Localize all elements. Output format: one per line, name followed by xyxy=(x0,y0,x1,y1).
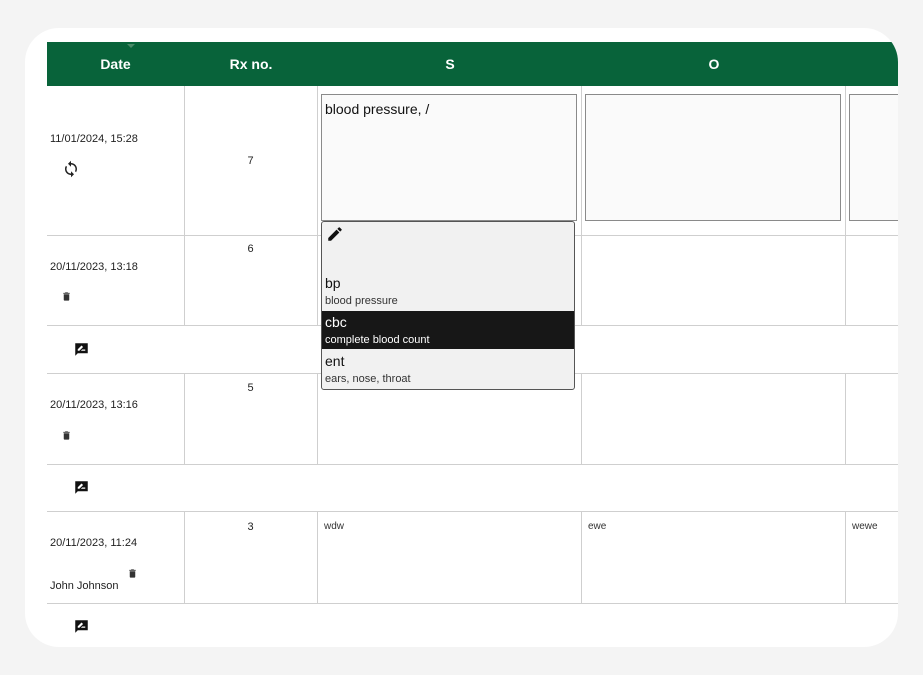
next-value: wewe xyxy=(852,521,878,532)
header-date[interactable]: Date xyxy=(47,42,184,86)
row-date: 11/01/2024, 15:28 xyxy=(50,133,138,145)
date-cell: 20/11/2023, 13:18 xyxy=(47,235,185,325)
rx-cell: 7 xyxy=(184,86,318,235)
table-header: Date Rx no. S O xyxy=(47,42,898,86)
row-date: 20/11/2023, 11:24 xyxy=(50,537,138,549)
header-o[interactable]: O xyxy=(582,42,846,86)
s-cell: wdw xyxy=(318,512,582,603)
next-cell xyxy=(846,86,898,235)
comment-edit-icon[interactable] xyxy=(74,342,89,357)
rx-number: 5 xyxy=(247,382,254,394)
rx-cell: 5 xyxy=(184,374,318,464)
pencil-icon[interactable] xyxy=(326,225,344,243)
autocomplete-dropdown: bp blood pressure cbc complete blood cou… xyxy=(321,221,575,390)
autocomplete-item-bp[interactable]: bp blood pressure xyxy=(322,272,574,310)
row-author: John Johnson xyxy=(50,580,119,592)
comment-edit-icon[interactable] xyxy=(74,480,89,495)
date-cell: 11/01/2024, 15:28 xyxy=(47,86,185,235)
autocomplete-item-cbc[interactable]: cbc complete blood count xyxy=(322,311,574,349)
next-textarea[interactable] xyxy=(849,94,898,221)
rx-number: 3 xyxy=(247,521,254,533)
rx-number: 7 xyxy=(247,155,254,167)
trash-icon[interactable] xyxy=(61,291,72,302)
next-cell: wewe xyxy=(846,512,898,603)
comment-edit-icon[interactable] xyxy=(74,619,89,634)
autocomplete-item-ent[interactable]: ent ears, nose, throat xyxy=(322,350,574,388)
o-cell xyxy=(582,374,846,464)
header-s[interactable]: S xyxy=(318,42,582,86)
header-rx[interactable]: Rx no. xyxy=(184,42,318,86)
rx-cell: 6 xyxy=(184,235,318,325)
table-row: 11/01/2024, 15:28 7 blood pressure, / xyxy=(47,86,898,236)
o-cell xyxy=(582,235,846,325)
rx-number: 6 xyxy=(247,243,254,255)
comment-row xyxy=(47,465,898,512)
s-value: wdw xyxy=(324,521,345,532)
table-row: 20/11/2023, 11:24 John Johnson 3 wdw ewe… xyxy=(47,512,898,604)
o-cell xyxy=(582,86,846,235)
rx-cell: 3 xyxy=(184,512,318,603)
row-date: 20/11/2023, 13:18 xyxy=(50,261,138,273)
date-cell: 20/11/2023, 13:16 xyxy=(47,374,185,464)
date-cell: 20/11/2023, 11:24 John Johnson xyxy=(47,512,185,603)
trash-icon[interactable] xyxy=(61,430,72,441)
app-frame: Date Rx no. S O 11/01/2024, 15:28 7 bloo… xyxy=(25,28,898,647)
o-cell: ewe xyxy=(582,512,846,603)
row-date: 20/11/2023, 13:16 xyxy=(50,399,138,411)
next-cell xyxy=(846,374,898,464)
comment-row xyxy=(47,604,898,647)
next-cell xyxy=(846,235,898,325)
trash-icon[interactable] xyxy=(127,568,138,579)
sort-caret-icon xyxy=(127,44,135,48)
o-textarea[interactable] xyxy=(585,94,841,221)
sync-icon[interactable] xyxy=(62,160,80,178)
s-textarea[interactable]: blood pressure, / xyxy=(321,94,577,221)
s-cell: blood pressure, / xyxy=(318,86,582,235)
o-value: ewe xyxy=(588,521,607,532)
